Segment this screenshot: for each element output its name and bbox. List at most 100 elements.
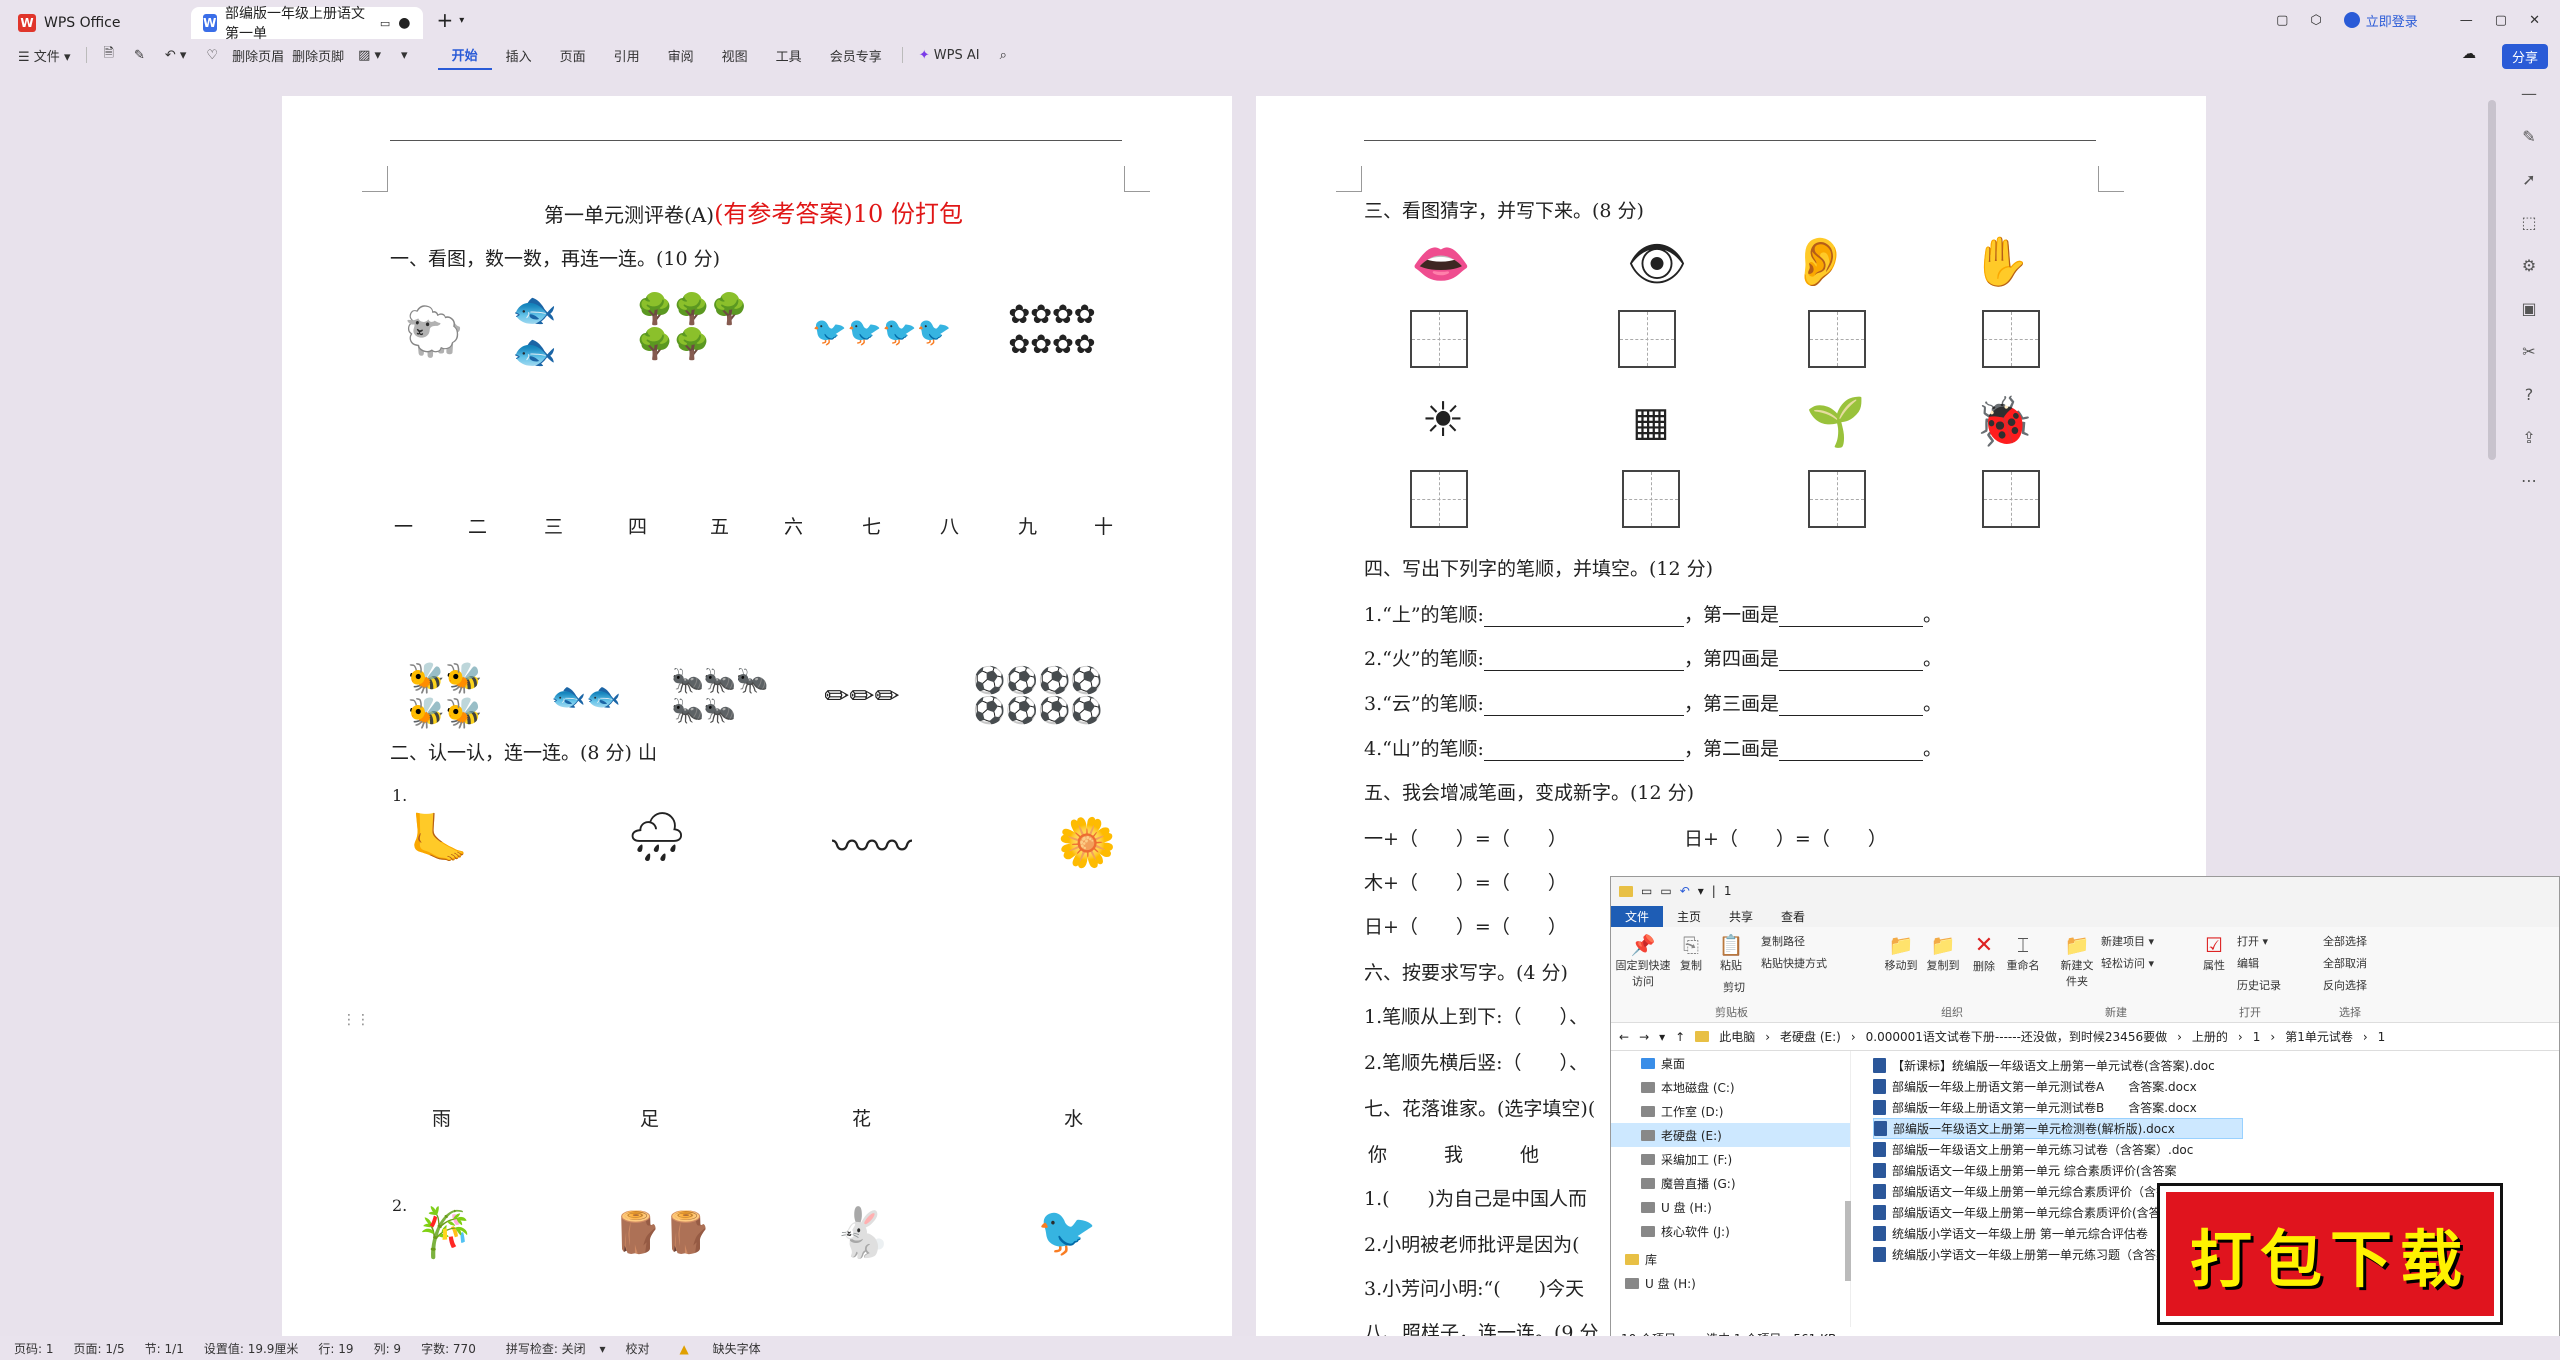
undo-icon[interactable]: ↶ bbox=[1680, 884, 1690, 898]
window-icon[interactable]: ▢ bbox=[2276, 13, 2288, 28]
number-item[interactable]: 四 bbox=[628, 512, 647, 539]
tree-scrollbar[interactable] bbox=[1845, 1201, 1851, 1281]
missing-font-button[interactable]: ▲ 缺失字体 bbox=[660, 1340, 781, 1357]
chevron-down-icon[interactable]: ▾ bbox=[459, 15, 464, 26]
edit-box-icon[interactable]: ▨ ▾ bbox=[348, 48, 391, 63]
breadcrumb-item[interactable]: 1 bbox=[2378, 1030, 2386, 1044]
tab-document[interactable]: W 部编版一年级上册语文第一单 ▭ ● bbox=[190, 6, 423, 42]
pen-icon[interactable]: ✎ bbox=[2522, 127, 2535, 146]
word-item[interactable]: 花 bbox=[852, 1104, 871, 1131]
blank[interactable] bbox=[1778, 743, 1923, 761]
wps-ai-button[interactable]: ✦ WPS AI bbox=[909, 48, 990, 63]
spell-check-dropdown[interactable]: 拼写检查: 关闭 ▾ bbox=[486, 1340, 616, 1357]
tree-item[interactable]: 工作室 (D:) bbox=[1611, 1099, 1850, 1123]
help-icon[interactable]: ? bbox=[2525, 385, 2534, 404]
qat-chevron-icon[interactable]: ▾ bbox=[1698, 884, 1704, 898]
writing-box[interactable] bbox=[1410, 470, 1468, 528]
blank[interactable] bbox=[1483, 743, 1684, 761]
tree-item[interactable]: 老硬盘 (E:) bbox=[1611, 1123, 1850, 1147]
writing-box[interactable] bbox=[1410, 310, 1468, 368]
writing-box[interactable] bbox=[1982, 470, 2040, 528]
writing-box[interactable] bbox=[1618, 310, 1676, 368]
image-icon[interactable]: ▣ bbox=[2521, 299, 2536, 318]
number-item[interactable]: 一 bbox=[394, 512, 413, 539]
invert-selection-button[interactable]: 反向选择 bbox=[2323, 977, 2367, 993]
properties-icon[interactable]: ▭ bbox=[1641, 884, 1652, 898]
tab-home[interactable]: 主页 bbox=[1663, 906, 1715, 927]
move-to-button[interactable]: 📁 移动到 bbox=[1881, 933, 1921, 973]
number-item[interactable]: 三 bbox=[544, 512, 563, 539]
status-row[interactable]: 行: 19 bbox=[308, 1340, 363, 1357]
tab-share[interactable]: 共享 bbox=[1715, 906, 1767, 927]
blank[interactable] bbox=[1778, 698, 1923, 716]
breadcrumb-item[interactable]: 上册的 bbox=[2192, 1028, 2228, 1045]
number-item[interactable]: 八 bbox=[940, 512, 959, 539]
file-row[interactable]: 部编版一年级上册语文第一单元测试卷A 含答案.docx bbox=[1873, 1076, 2559, 1097]
tree-item[interactable]: 核心软件 (J:) bbox=[1611, 1219, 1850, 1243]
tab-wps-office[interactable]: W WPS Office bbox=[0, 7, 133, 39]
undo-icon[interactable]: ↶ ▾ bbox=[155, 48, 197, 63]
pin-quick-access-button[interactable]: 📌 固定到快速访问 bbox=[1615, 933, 1671, 989]
rename-button[interactable]: ⌶ 重命名 bbox=[2003, 933, 2043, 973]
writing-box[interactable] bbox=[1982, 310, 2040, 368]
close-icon[interactable]: ✕ bbox=[2529, 13, 2540, 28]
tree-item[interactable]: 本地磁盘 (C:) bbox=[1611, 1075, 1850, 1099]
address-bar[interactable]: ← → ▾ ↑ 此电脑 › 老硬盘 (E:) › 0.000001语文试卷下册---… bbox=[1611, 1023, 2559, 1051]
tree-item[interactable]: 桌面 bbox=[1611, 1051, 1850, 1075]
paste-shortcut-button[interactable]: 粘贴快捷方式 bbox=[1761, 955, 1827, 971]
delete-header-button[interactable]: 删除页眉 bbox=[228, 46, 288, 65]
search-icon[interactable]: ⌕ bbox=[990, 48, 1017, 63]
forward-icon[interactable]: → bbox=[1639, 1030, 1649, 1044]
tree-item[interactable]: 魔兽直播 (G:) bbox=[1611, 1171, 1850, 1195]
cube-icon[interactable]: ⬡ bbox=[2310, 13, 2321, 28]
number-item[interactable]: 九 bbox=[1018, 512, 1037, 539]
settings-icon[interactable]: ⚙ bbox=[2522, 256, 2536, 275]
up-icon[interactable]: ↑ bbox=[1675, 1030, 1685, 1044]
copy-button[interactable]: ⎘ 复制 bbox=[1673, 933, 1709, 973]
close-tab-icon[interactable]: ● bbox=[398, 15, 410, 31]
tab-member[interactable]: 会员专享 bbox=[816, 40, 896, 70]
tools-icon[interactable]: ✂ bbox=[2522, 342, 2535, 361]
recent-chevron-icon[interactable]: ▾ bbox=[1659, 1030, 1665, 1044]
more-icon[interactable]: ⋯ bbox=[2521, 471, 2537, 490]
tab-page[interactable]: 页面 bbox=[546, 40, 600, 70]
new-item-button[interactable]: 新建项目 ▾ bbox=[2101, 933, 2154, 949]
status-word-count[interactable]: 字数: 770 bbox=[411, 1340, 486, 1357]
file-row[interactable]: 部编版一年级上册语文第一单元测试卷B 含答案.docx bbox=[1873, 1097, 2559, 1118]
tree-item[interactable]: U 盘 (H:) bbox=[1611, 1271, 1850, 1295]
tab-file[interactable]: 文件 bbox=[1611, 906, 1664, 927]
menu-icon[interactable]: ☰ 文件 ▾ bbox=[0, 46, 80, 65]
proofread-button[interactable]: 校对 bbox=[616, 1340, 660, 1357]
save-icon[interactable]: 🗎 bbox=[93, 44, 123, 66]
easy-access-button[interactable]: 轻松访问 ▾ bbox=[2101, 955, 2154, 971]
blank[interactable] bbox=[1483, 698, 1684, 716]
breadcrumb-item[interactable]: 此电脑 bbox=[1719, 1028, 1755, 1045]
heart-icon[interactable]: ♡ bbox=[196, 48, 228, 63]
download-banner[interactable]: 打包下载 bbox=[2160, 1186, 2500, 1322]
word-item[interactable]: 雨 bbox=[432, 1104, 451, 1131]
open-button[interactable]: 打开 ▾ bbox=[2237, 933, 2268, 949]
tab-insert[interactable]: 插入 bbox=[492, 40, 546, 70]
breadcrumb-item[interactable]: 1 bbox=[2253, 1030, 2261, 1044]
status-section[interactable]: 节: 1/1 bbox=[135, 1340, 194, 1357]
breadcrumb-item[interactable]: 第1单元试卷 bbox=[2285, 1028, 2353, 1045]
word-item[interactable]: 足 bbox=[640, 1104, 659, 1131]
cursor-icon[interactable]: ➚ bbox=[2522, 170, 2535, 189]
number-item[interactable]: 七 bbox=[862, 512, 881, 539]
delete-button[interactable]: ✕ 删除 bbox=[1969, 933, 1999, 974]
status-page-number[interactable]: 页码: 1 bbox=[0, 1340, 64, 1357]
writing-box[interactable] bbox=[1622, 470, 1680, 528]
select-none-button[interactable]: 全部取消 bbox=[2323, 955, 2367, 971]
document-page-left[interactable]: 第一单元测评卷(A)(有参考答案)10 份打包 一、看图，数一数，再连一连。(1… bbox=[282, 96, 1232, 1340]
writing-box[interactable] bbox=[1808, 310, 1866, 368]
word-item[interactable]: 水 bbox=[1064, 1104, 1083, 1131]
cloud-icon[interactable]: ☁ bbox=[2462, 46, 2476, 62]
tab-start[interactable]: 开始 bbox=[437, 40, 492, 70]
file-row[interactable]: 【新课标】统编版一年级语文上册第一单元试卷(含答案).doc bbox=[1873, 1055, 2559, 1076]
blank[interactable] bbox=[1483, 653, 1684, 671]
blank[interactable] bbox=[1778, 609, 1923, 627]
new-folder-icon[interactable]: ▭ bbox=[1660, 884, 1671, 898]
tab-tools[interactable]: 工具 bbox=[762, 40, 816, 70]
file-row[interactable]: 部编版一年级语文上册第一单元练习试卷（含答案）.doc bbox=[1873, 1139, 2559, 1160]
select-all-button[interactable]: 全部选择 bbox=[2323, 933, 2367, 949]
